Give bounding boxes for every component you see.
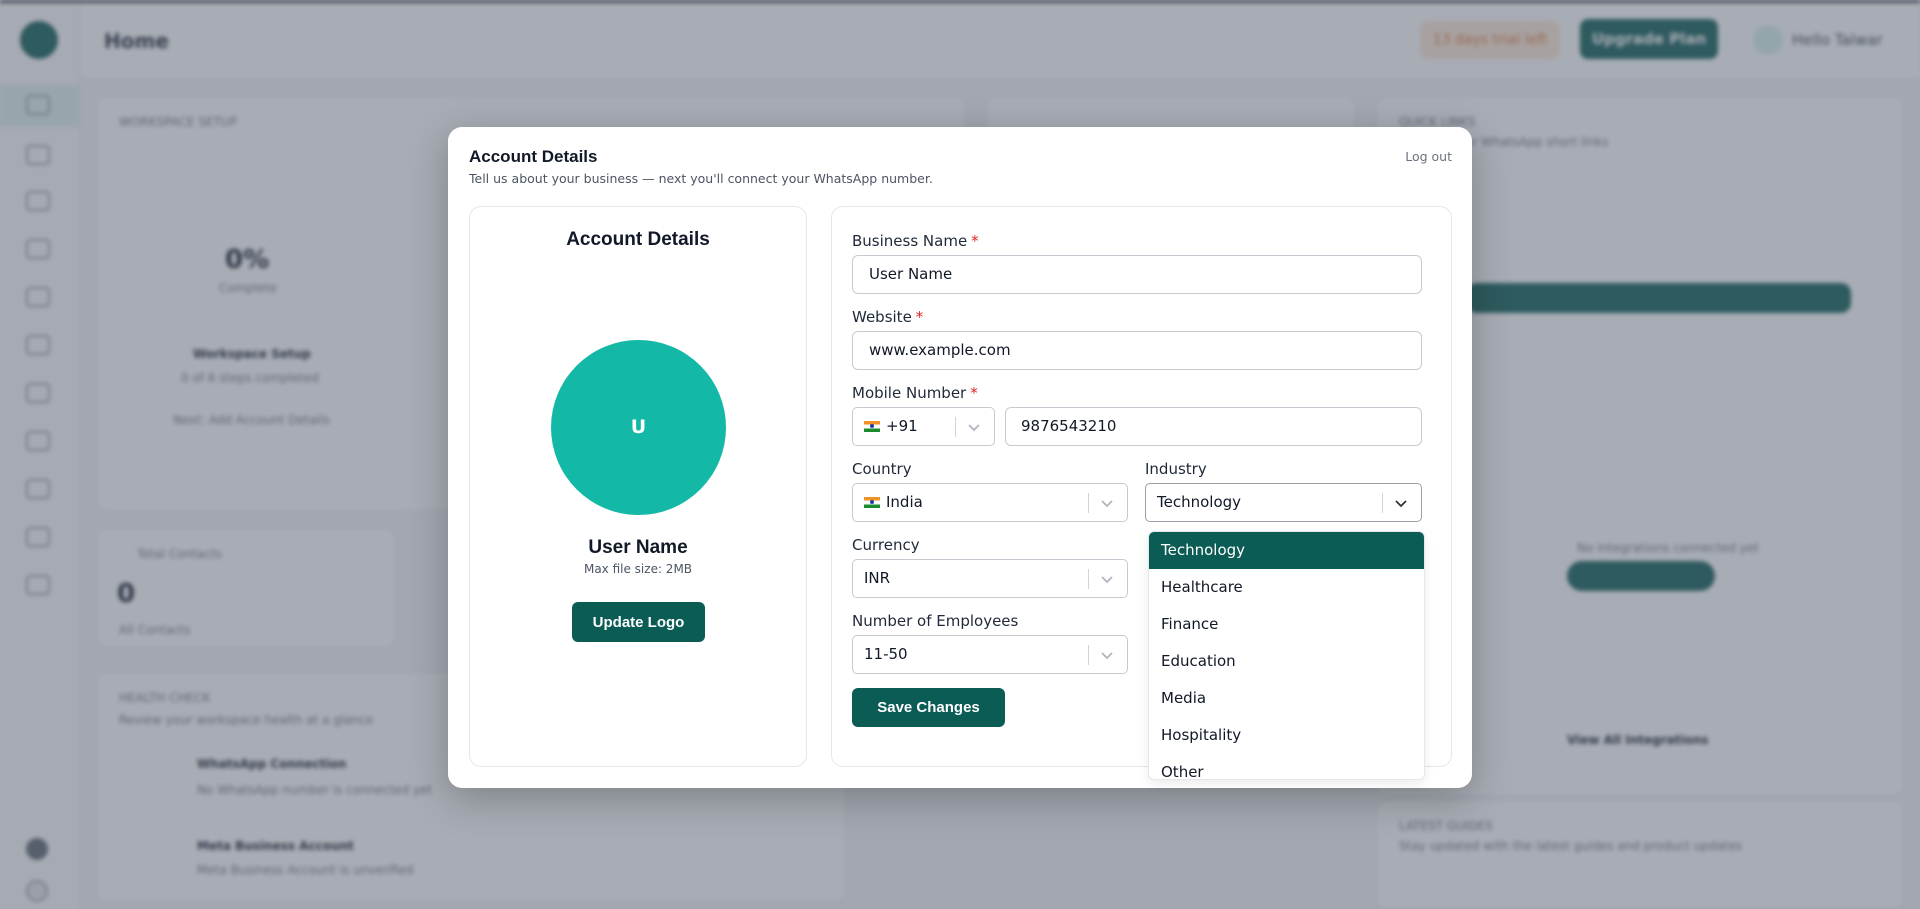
currency-label: Currency (852, 536, 920, 554)
chevron-down-icon (968, 424, 980, 432)
india-flag-icon (864, 421, 880, 432)
industry-label: Industry (1145, 460, 1207, 478)
country-select[interactable]: India (852, 483, 1128, 522)
industry-select[interactable]: Technology (1145, 483, 1422, 522)
select-separator (955, 417, 956, 437)
industry-dropdown-menu: Technology Healthcare Finance Education … (1148, 531, 1425, 780)
currency-select[interactable]: INR (852, 559, 1128, 598)
required-mark: * (915, 308, 924, 326)
industry-option-hospitality[interactable]: Hospitality (1149, 717, 1424, 754)
currency-value: INR (864, 569, 891, 587)
required-mark: * (971, 232, 979, 250)
country-label: Country (852, 460, 912, 478)
save-changes-button[interactable]: Save Changes (852, 688, 1005, 727)
select-separator (1088, 569, 1089, 589)
required-mark: * (970, 384, 978, 402)
update-logo-button[interactable]: Update Logo (572, 602, 705, 642)
chevron-down-icon (1101, 652, 1113, 660)
employees-label: Number of Employees (852, 612, 1019, 630)
industry-option-technology[interactable]: Technology (1149, 532, 1424, 569)
panel-title: Account Details (566, 229, 710, 250)
website-label: Website * (852, 308, 924, 326)
chevron-down-icon (1101, 500, 1113, 508)
business-display-name: User Name (588, 537, 688, 558)
chevron-down-icon (1395, 500, 1407, 508)
account-details-modal: Account Details Tell us about your busin… (448, 127, 1472, 788)
employees-value: 11-50 (864, 645, 908, 663)
select-separator (1088, 493, 1089, 513)
dial-code-value: +91 (886, 417, 918, 435)
mobile-number-input[interactable]: 9876543210 (1005, 407, 1422, 446)
business-avatar: U (551, 340, 726, 515)
logout-link[interactable]: Log out (1405, 149, 1452, 164)
industry-option-other[interactable]: Other (1149, 754, 1424, 779)
industry-value: Technology (1157, 493, 1242, 511)
modal-title: Account Details (469, 147, 598, 166)
chevron-down-icon (1101, 576, 1113, 584)
business-name-input[interactable]: User Name (852, 255, 1422, 294)
industry-option-education[interactable]: Education (1149, 643, 1424, 680)
industry-option-finance[interactable]: Finance (1149, 606, 1424, 643)
website-input[interactable]: www.example.com (852, 331, 1422, 370)
file-size-hint: Max file size: 2MB (583, 562, 693, 576)
logo-panel: Account Details U User Name Max file siz… (469, 206, 807, 767)
employees-select[interactable]: 11-50 (852, 635, 1128, 674)
select-separator (1088, 645, 1089, 665)
industry-option-media[interactable]: Media (1149, 680, 1424, 717)
country-value: India (886, 493, 923, 511)
dial-code-select[interactable]: +91 (852, 407, 995, 446)
india-flag-icon (864, 497, 880, 508)
modal-subtitle: Tell us about your business — next you'l… (469, 171, 933, 186)
industry-option-healthcare[interactable]: Healthcare (1149, 569, 1424, 606)
mobile-number-label: Mobile Number * (852, 384, 978, 402)
business-name-label: Business Name * (852, 232, 979, 250)
select-separator (1382, 493, 1383, 513)
